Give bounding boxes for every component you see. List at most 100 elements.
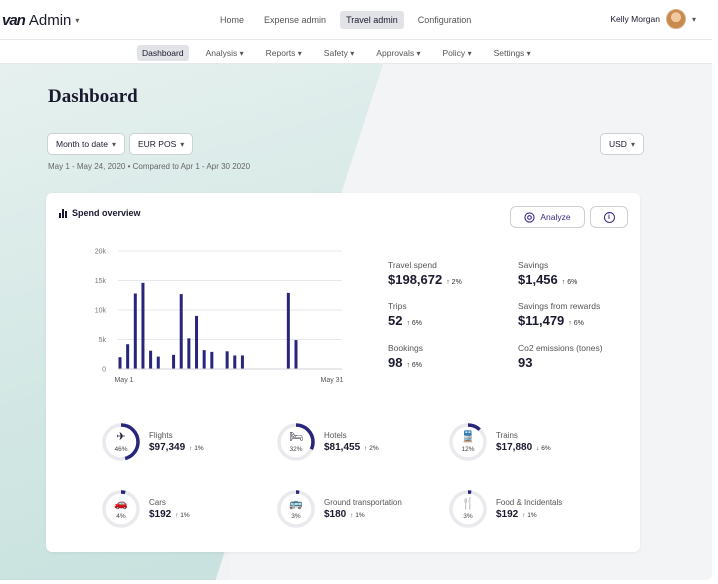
car-icon: 🚗 [114,498,128,510]
category-value: $192 [149,509,172,520]
currency-wrapper: USD ▾ [600,133,644,155]
date-range: May 1 - May 24, 2020 • Compared to Apr 1… [48,162,251,171]
y-tick-label: 10k [95,308,107,315]
topnav-home[interactable]: Home [214,11,250,29]
category-label: Cars [149,498,166,507]
stat-label: Bookings [388,343,423,353]
category-label: Trains [496,431,518,440]
bar [187,338,191,369]
sub-nav: Dashboard Analysis ▾ Reports ▾ Safety ▾ … [0,40,712,64]
bar [156,356,160,369]
spend-overview-card: Spend overview Analyze i 20k 15k 10k 5k 0 May… [46,193,640,552]
topnav-expense-admin[interactable]: Expense admin [258,11,332,29]
category-value-row: $97,349 ↑ 1% [149,442,204,453]
period-value: Month to date [56,139,108,149]
ring: 🚆 12% [448,422,488,462]
y-tick-label: 20k [95,249,107,256]
stat-value: 98 [388,355,403,370]
subnav-label: Policy [442,48,466,58]
stat-delta: ↑ 2% [446,279,462,286]
topnav-travel-admin[interactable]: Travel admin [340,11,404,29]
y-tick-label: 15k [95,278,107,285]
bar [133,293,137,369]
pos-dropdown[interactable]: EUR POS ▾ [129,133,194,155]
stat-value: $198,672 [388,272,443,287]
category-value-row: $192 ↑ 1% [496,509,562,520]
y-tick-label: 5k [99,337,107,344]
currency-dropdown[interactable]: USD ▾ [600,133,644,155]
bar [126,344,130,369]
stat-delta: ↑ 6% [568,320,584,327]
subnav-reports[interactable]: Reports ▾ [261,45,307,61]
app-switcher[interactable]: van Admin ▾ [2,12,79,29]
category-trains[interactable]: 🚆 12% Trains $17,880 ↓ 6% [448,422,551,462]
utensils-icon: 🍴 [461,498,475,510]
stat-value-row: $198,672 ↑ 2% [388,272,462,287]
stat-value-row: 93 [518,355,603,370]
chevron-down-icon: ▾ [416,49,421,58]
topnav-configuration[interactable]: Configuration [412,11,478,29]
bar [195,315,199,369]
chevron-down-icon: ▾ [630,139,635,149]
category-food-incidentals[interactable]: 🍴 3% Food & Incidentals $192 ↑ 1% [448,489,562,529]
x-tick-label-end: May 31 [321,377,344,384]
bar [233,355,237,369]
category-value: $180 [324,509,347,520]
airplane-icon: ✈ [116,431,126,443]
stat-savings-rewards: Savings from rewards $11,479 ↑ 6% [518,301,600,328]
stat-label: Savings [518,260,549,270]
category-delta: ↑ 1% [175,512,190,519]
chevron-down-icon: ▾ [180,139,185,149]
category-pct: 4% [116,513,126,520]
stat-savings: Savings $1,456 ↑ 6% [518,260,577,287]
subnav-label: Dashboard [142,48,184,58]
subnav-analysis[interactable]: Analysis ▾ [201,45,249,61]
subnav-safety[interactable]: Safety ▾ [319,45,360,61]
bar [172,354,176,369]
category-pct: 3% [463,513,473,520]
bus-icon: 🚌 [289,498,303,510]
category-delta: ↑ 1% [189,445,204,452]
category-value: $17,880 [496,442,533,453]
ring: 🛏 32% [276,422,316,462]
category-ground-transportation[interactable]: 🚌 3% Ground transportation $180 ↑ 1% [276,489,402,529]
subnav-settings[interactable]: Settings ▾ [489,45,536,61]
category-value-row: $180 ↑ 1% [324,509,402,520]
app-name: Admin [28,12,72,29]
category-delta: ↑ 2% [364,445,379,452]
bed-icon: 🛏 [289,431,303,443]
user-menu[interactable]: Kelly Morgan ▾ [610,9,696,29]
stat-travel-spend: Travel spend $198,672 ↑ 2% [388,260,462,287]
stat-bookings: Bookings 98 ↑ 6% [388,343,423,370]
category-delta: ↑ 1% [350,512,365,519]
stat-value-row: $1,456 ↑ 6% [518,272,577,287]
y-tick-label: 0 [102,367,106,374]
currency-value: USD [609,139,627,149]
chevron-down-icon: ▾ [297,49,302,58]
category-delta: ↓ 6% [536,445,551,452]
subnav-dashboard[interactable]: Dashboard [137,45,189,61]
subnav-label: Settings [493,48,525,58]
stat-value: 52 [388,313,403,328]
bar [294,340,298,369]
subnav-approvals[interactable]: Approvals ▾ [371,45,425,61]
category-label: Food & Incidentals [496,498,563,507]
stat-delta: ↑ 6% [406,320,423,327]
x-tick-label-start: May 1 [114,377,133,384]
category-pct: 3% [291,513,301,520]
stat-value: $11,479 [518,313,565,328]
logo: van [2,12,26,29]
chevron-down-icon: ▾ [239,49,244,58]
avatar [665,9,686,29]
category-cars[interactable]: 🚗 4% Cars $192 ↑ 1% [101,489,190,529]
category-pct: 32% [289,446,303,453]
category-flights[interactable]: ✈ 46% Flights $97,349 ↑ 1% [101,422,204,462]
category-hotels[interactable]: 🛏 32% Hotels $81,455 ↑ 2% [276,422,379,462]
category-value-row: $81,455 ↑ 2% [324,442,379,453]
train-icon: 🚆 [461,431,475,443]
period-dropdown[interactable]: Month to date ▾ [47,133,125,155]
stat-value-row: 52 ↑ 6% [388,313,422,328]
page-title: Dashboard [48,86,138,107]
ring: ✈ 46% [101,422,141,462]
subnav-policy[interactable]: Policy ▾ [438,45,477,61]
